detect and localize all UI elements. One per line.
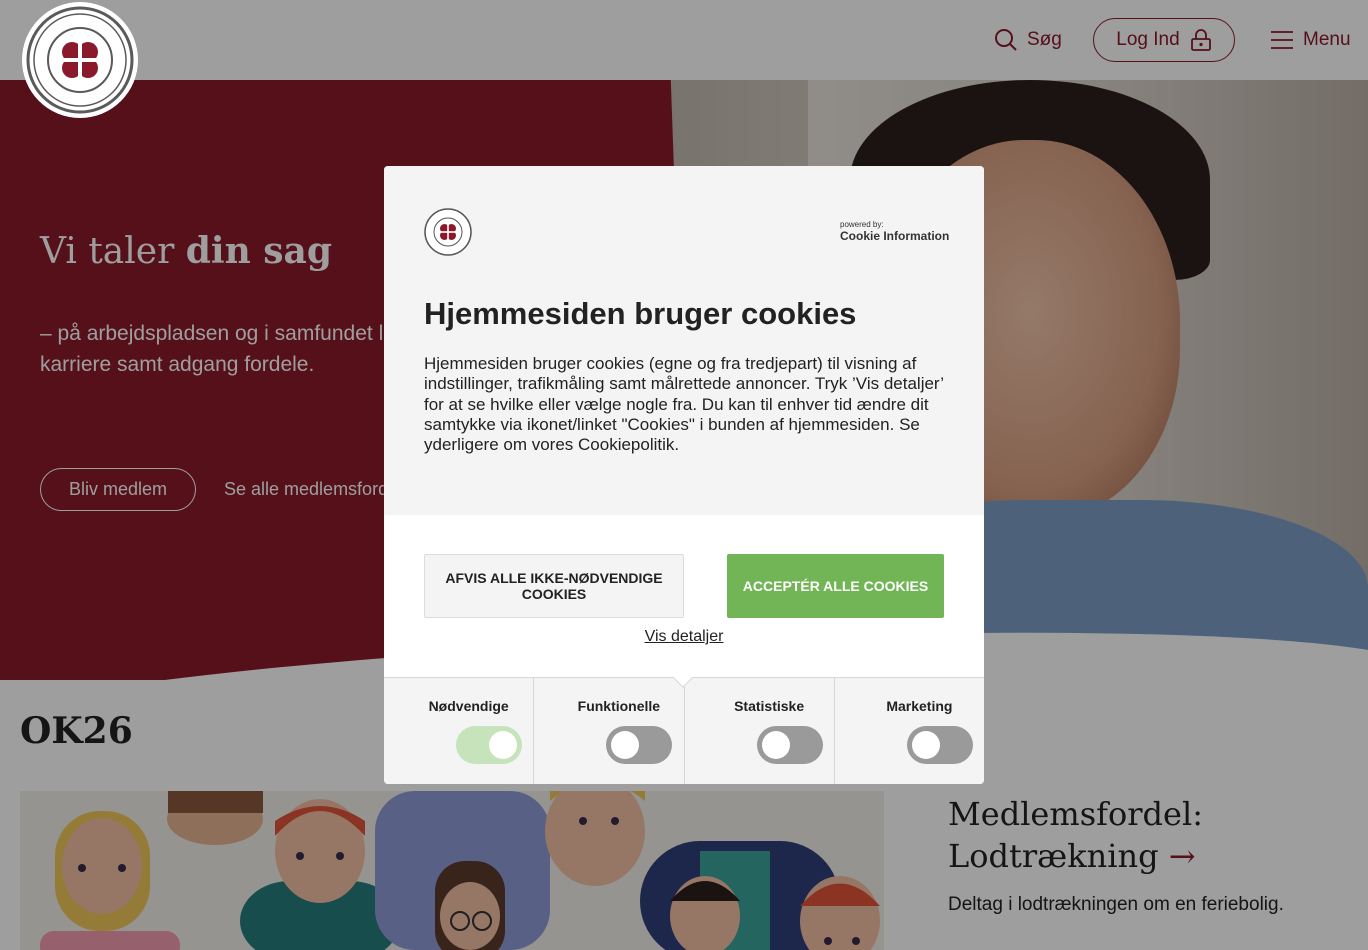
dialog-body-text: Hjemmesiden bruger cookies (egne og fra … <box>424 354 944 455</box>
show-details-link: Vis detaljer <box>384 628 984 646</box>
statistics-toggle[interactable] <box>756 726 823 764</box>
toggle-knob <box>489 731 517 759</box>
cookie-categories: Nødvendige Funktionelle Statistiske Mark… <box>384 677 984 784</box>
dialog-logo-icon <box>424 208 472 256</box>
category-functional: Funktionelle <box>534 678 685 784</box>
toggle-knob <box>761 731 790 759</box>
toggle-knob <box>611 731 640 759</box>
site-logo[interactable] <box>22 2 138 118</box>
category-label: Funktionelle <box>577 698 661 714</box>
category-label: Nødvendige <box>428 698 509 714</box>
category-marketing: Marketing <box>835 678 984 784</box>
toggle-knob <box>911 731 940 759</box>
clover-logo-icon <box>26 6 134 114</box>
accept-cookies-button[interactable]: ACCEPTÉR ALLE COOKIES <box>727 554 944 618</box>
category-necessary: Nødvendige <box>384 678 535 784</box>
functional-toggle[interactable] <box>606 726 673 764</box>
dialog-title: Hjemmesiden bruger cookies <box>424 296 857 331</box>
category-label: Marketing <box>886 698 953 714</box>
marketing-toggle[interactable] <box>906 726 973 764</box>
necessary-toggle[interactable] <box>456 726 522 764</box>
category-statistics: Statistiske <box>685 678 835 784</box>
powered-by-label: powered by: <box>840 220 884 229</box>
reject-cookies-button[interactable]: AFVIS ALLE IKKE-NØDVENDIGE COOKIES <box>424 554 684 618</box>
cookie-consent-dialog: powered by: Cookie Information Hjemmesid… <box>384 166 984 784</box>
powered-by-brand[interactable]: Cookie Information <box>840 229 949 243</box>
show-details-link-text[interactable]: Vis detaljer <box>645 628 724 645</box>
category-label: Statistiske <box>734 698 805 714</box>
dialog-header-panel <box>384 166 984 515</box>
